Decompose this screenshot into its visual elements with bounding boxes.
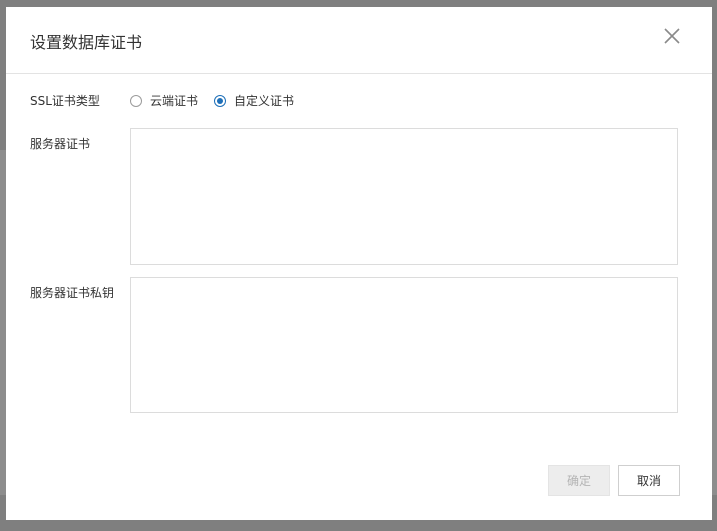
server-private-key-textarea[interactable] bbox=[130, 277, 678, 413]
backdrop-strip-right bbox=[712, 150, 717, 495]
dialog-header: 设置数据库证书 bbox=[6, 7, 712, 74]
ssl-certificate-dialog: 设置数据库证书 SSL证书类型 云端证书 自定义证书 服务器证书 服务器证书私钥… bbox=[6, 7, 712, 520]
cancel-button[interactable]: 取消 bbox=[618, 465, 680, 496]
ssl-type-radio-group: 云端证书 自定义证书 bbox=[130, 93, 310, 109]
radio-cloud-certificate[interactable]: 云端证书 bbox=[130, 93, 198, 109]
server-certificate-textarea[interactable] bbox=[130, 128, 678, 265]
radio-unchecked-icon[interactable] bbox=[130, 95, 142, 107]
ok-button[interactable]: 确定 bbox=[548, 465, 610, 496]
radio-custom-certificate[interactable]: 自定义证书 bbox=[214, 93, 294, 109]
ssl-type-label: SSL证书类型 bbox=[30, 94, 100, 108]
radio-checked-icon[interactable] bbox=[214, 95, 227, 107]
radio-custom-certificate-label: 自定义证书 bbox=[234, 94, 295, 108]
close-icon[interactable] bbox=[662, 26, 682, 46]
server-certificate-label: 服务器证书 bbox=[30, 137, 91, 151]
dialog-title: 设置数据库证书 bbox=[30, 33, 143, 52]
server-private-key-label: 服务器证书私钥 bbox=[30, 286, 115, 300]
radio-cloud-certificate-label: 云端证书 bbox=[150, 94, 199, 108]
